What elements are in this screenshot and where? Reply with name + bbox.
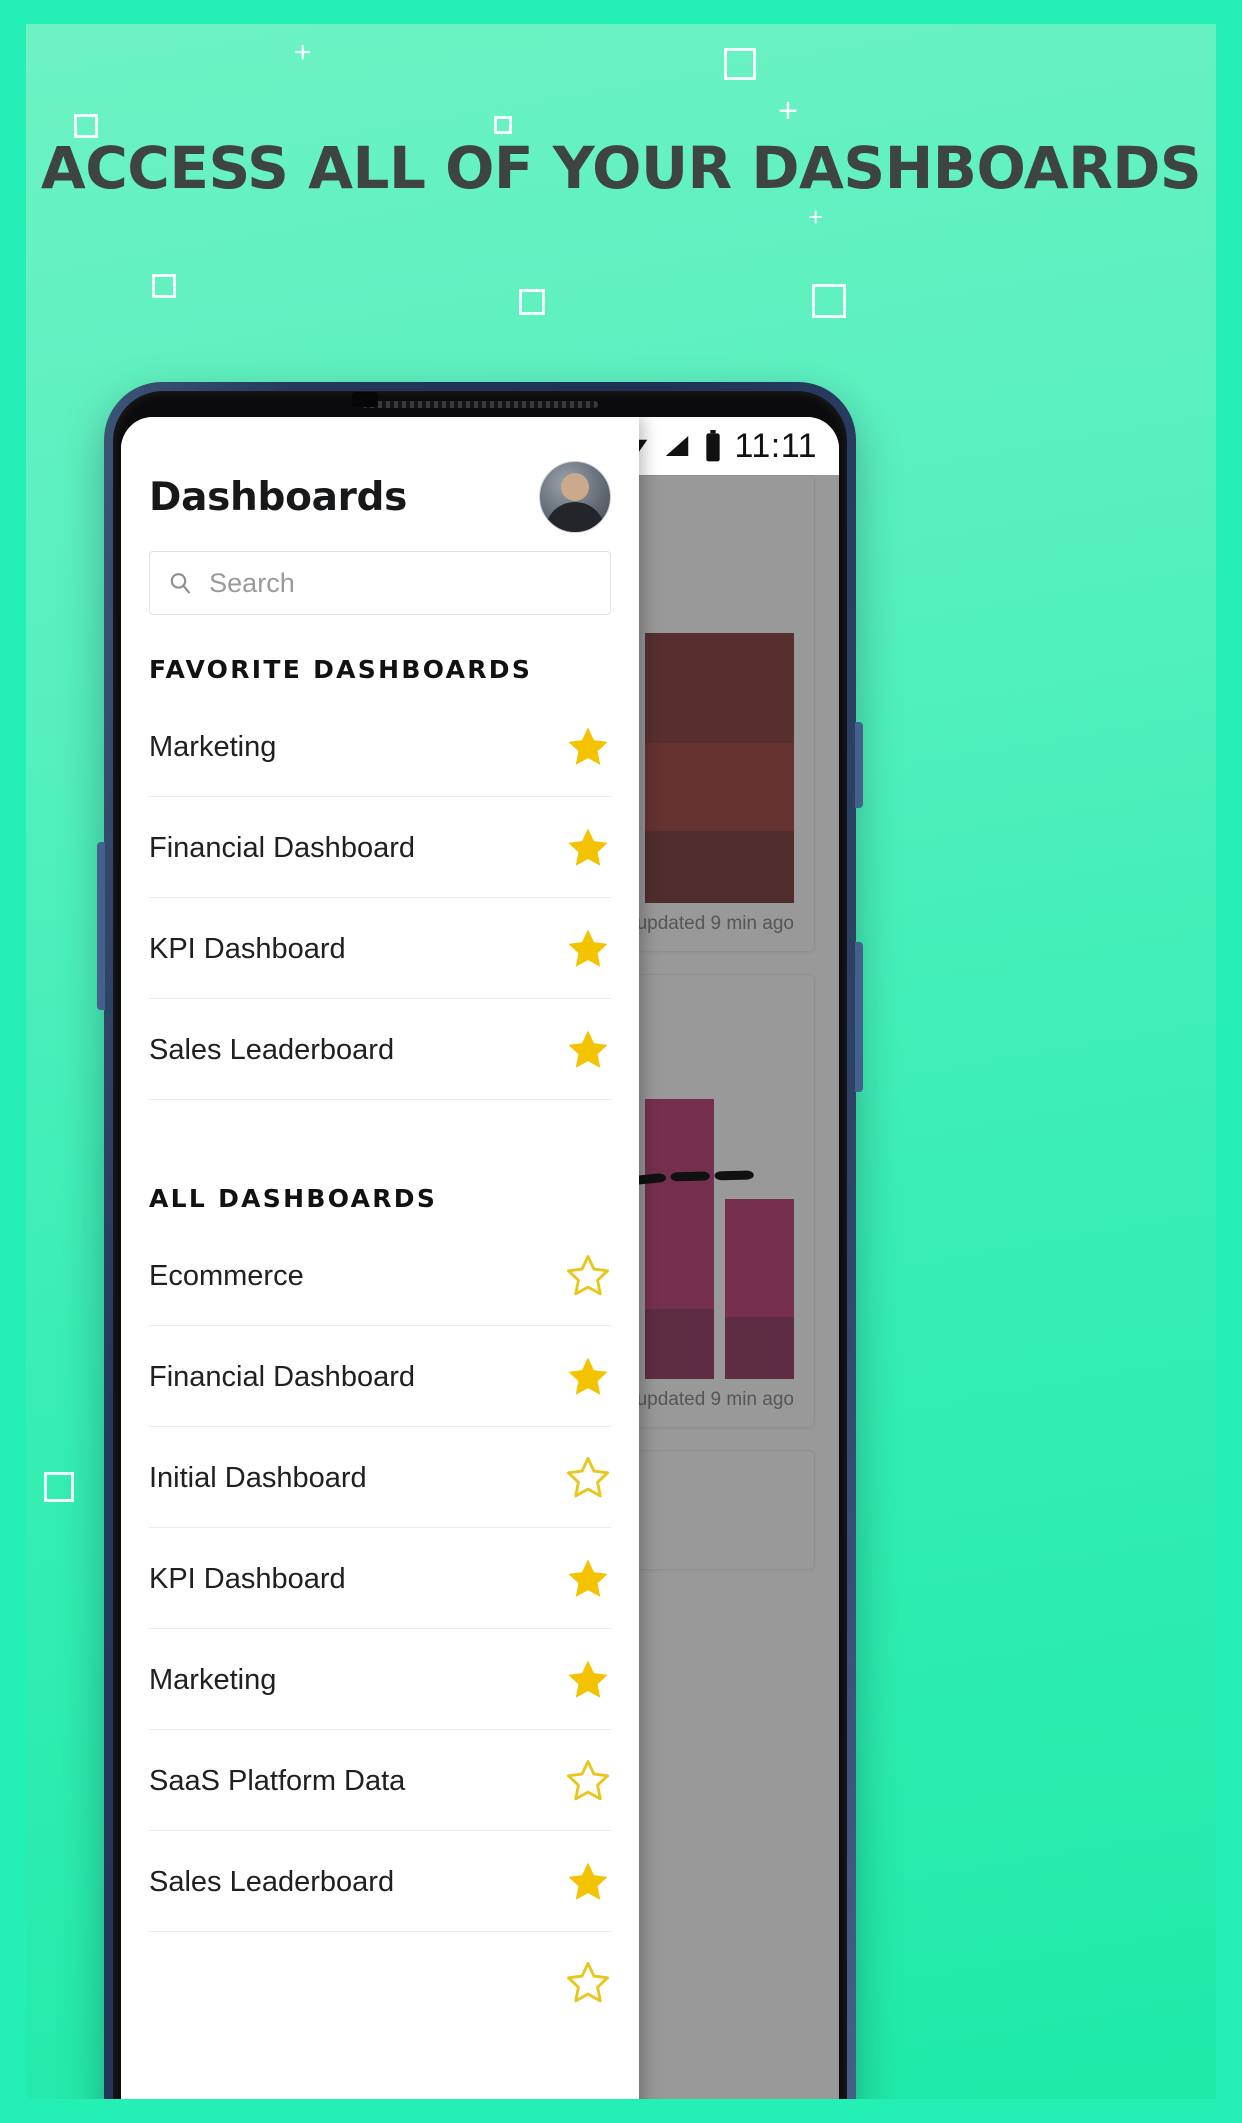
list-item-label: KPI Dashboard xyxy=(149,932,346,965)
battery-icon xyxy=(706,430,721,462)
list-item[interactable]: Financial Dashboard xyxy=(149,1326,611,1427)
status-clock: 11:11 xyxy=(734,426,817,465)
list-item-label: Marketing xyxy=(149,1663,277,1696)
phone-camera xyxy=(352,392,378,407)
phone-button-left xyxy=(97,842,105,1010)
list-item[interactable]: Financial Dashboard xyxy=(149,797,611,898)
phone-button-volume xyxy=(855,722,863,808)
star-filled-icon[interactable] xyxy=(565,1657,611,1703)
star-filled-icon[interactable] xyxy=(565,825,611,871)
decor-square xyxy=(724,48,756,80)
phone-bezel: nue 10% h ast upda xyxy=(113,391,847,2099)
star-outline-icon[interactable] xyxy=(565,1455,611,1501)
list-item-label: Ecommerce xyxy=(149,1259,304,1292)
drawer-title: Dashboards xyxy=(149,474,408,520)
search-box[interactable] xyxy=(149,551,611,615)
list-item-label: SaaS Platform Data xyxy=(149,1764,406,1797)
decor-plus: + xyxy=(294,36,312,69)
decor-square xyxy=(44,1472,74,1502)
list-item[interactable]: Sales Leaderboard xyxy=(149,999,611,1100)
decor-plus: + xyxy=(778,92,798,130)
list-item[interactable]: Marketing xyxy=(149,1629,611,1730)
list-item[interactable]: Marketing xyxy=(149,696,611,797)
list-item-partial[interactable] xyxy=(149,1932,611,2032)
list-item-label: Initial Dashboard xyxy=(149,1461,367,1494)
favorites-section-header: FAVORITE DASHBOARDS xyxy=(149,655,533,684)
search-input[interactable] xyxy=(207,566,592,600)
page-title: ACCESS ALL OF YOUR DASHBOARDS xyxy=(40,134,1202,202)
star-filled-icon[interactable] xyxy=(565,926,611,972)
avatar[interactable] xyxy=(539,461,611,533)
phone-button-power xyxy=(855,942,863,1092)
list-item[interactable]: Sales Leaderboard xyxy=(149,1831,611,1932)
decor-square xyxy=(812,284,846,318)
star-filled-icon[interactable] xyxy=(565,1859,611,1905)
star-filled-icon[interactable] xyxy=(565,1354,611,1400)
decor-square xyxy=(152,274,176,298)
list-item[interactable]: Ecommerce xyxy=(149,1225,611,1326)
list-item[interactable]: KPI Dashboard xyxy=(149,898,611,999)
navigation-drawer: Dashboards FAVORITE DASHBOARDS xyxy=(121,417,639,2099)
star-outline-icon[interactable] xyxy=(565,1758,611,1804)
list-item[interactable]: Initial Dashboard xyxy=(149,1427,611,1528)
list-item-label: Financial Dashboard xyxy=(149,1360,415,1393)
star-filled-icon[interactable] xyxy=(565,1556,611,1602)
list-item-label: Sales Leaderboard xyxy=(149,1865,395,1898)
all-section-header: ALL DASHBOARDS xyxy=(149,1184,438,1213)
list-item-label: Sales Leaderboard xyxy=(149,1033,395,1066)
search-icon xyxy=(170,573,191,594)
list-item-label: Marketing xyxy=(149,730,277,763)
list-item-label: Financial Dashboard xyxy=(149,831,415,864)
decor-square xyxy=(494,116,512,134)
star-outline-icon[interactable] xyxy=(565,1253,611,1299)
decor-plus: + xyxy=(808,202,824,232)
search-container xyxy=(121,533,639,615)
star-filled-icon[interactable] xyxy=(565,724,611,770)
list-item[interactable]: KPI Dashboard xyxy=(149,1528,611,1629)
star-filled-icon[interactable] xyxy=(565,1027,611,1073)
signal-icon xyxy=(666,436,689,456)
phone-mockup: nue 10% h ast upda xyxy=(97,382,863,2099)
list-item-label: KPI Dashboard xyxy=(149,1562,346,1595)
phone-screen: nue 10% h ast upda xyxy=(121,417,839,2099)
promo-background: + + + ACCESS ALL OF YOUR DASHBOARDS nue … xyxy=(26,24,1216,2099)
phone-speaker xyxy=(362,401,598,408)
drawer-header: Dashboards xyxy=(121,417,639,533)
star-outline-icon[interactable] xyxy=(565,1960,611,2006)
decor-square xyxy=(519,289,545,315)
list-item[interactable]: SaaS Platform Data xyxy=(149,1730,611,1831)
